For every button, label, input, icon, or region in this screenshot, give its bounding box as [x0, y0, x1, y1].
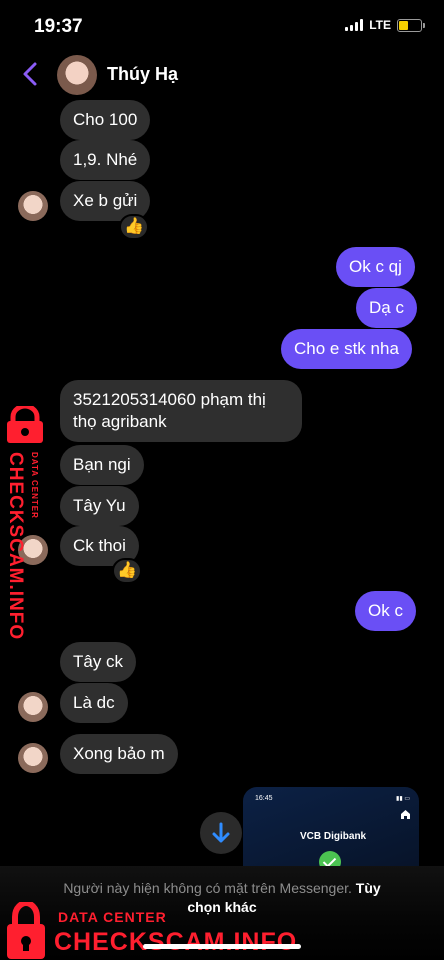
watermark-bottom: DATA CENTER CHECKSCAM.INFO: [0, 902, 296, 960]
message-bubble[interactable]: 3521205314060 phạm thị thọ agribank: [60, 380, 302, 442]
contact-name[interactable]: Thúy Hạ: [107, 64, 178, 85]
sender-avatar[interactable]: [18, 743, 48, 773]
message-bubble[interactable]: Là dc: [60, 683, 128, 723]
scroll-down-button[interactable]: [200, 812, 242, 854]
signal-icon: [345, 19, 364, 31]
network-label: LTE: [369, 18, 391, 32]
preview-time: 16:45: [255, 795, 273, 802]
preview-brand: VCB Digibank: [300, 831, 367, 842]
message-bubble[interactable]: Xong bảo m: [60, 734, 178, 774]
message-bubble[interactable]: Cho 100: [60, 100, 151, 140]
status-indicators: LTE: [345, 18, 425, 32]
home-icon: [401, 810, 410, 819]
lock-icon: [7, 902, 45, 959]
message-bubble[interactable]: Ok c: [355, 591, 416, 631]
message-bubble[interactable]: Tây Yu: [60, 486, 139, 526]
contact-avatar[interactable]: [57, 55, 97, 95]
message-bubble[interactable]: Tây ck: [60, 642, 137, 682]
preview-status-icons: ▮▮ ▭: [396, 796, 410, 802]
notice-message: Người này hiện không có mặt trên Messeng…: [63, 880, 352, 896]
message-bubble[interactable]: 1,9. Nhé: [60, 140, 151, 180]
thumbs-up-reaction[interactable]: 👍: [112, 558, 142, 584]
message-bubble[interactable]: Ok c qj: [336, 247, 415, 287]
message-bubble[interactable]: Cho e stk nha: [281, 329, 412, 369]
chevron-left-icon[interactable]: [18, 60, 42, 88]
arrow-down-icon: [212, 822, 230, 843]
home-indicator[interactable]: [143, 944, 301, 949]
message-bubble[interactable]: Dạ c: [356, 288, 417, 328]
watermark-main: CHECKSCAM.INFO: [54, 928, 298, 956]
sender-avatar[interactable]: [18, 692, 48, 722]
watermark-side: CHECKSCAM.INFO DATA CENTER: [0, 406, 48, 641]
watermark-sub: DATA CENTER: [30, 452, 39, 519]
sender-avatar[interactable]: [18, 191, 48, 221]
status-time: 19:37: [34, 16, 83, 37]
battery-icon: [397, 18, 425, 32]
watermark-sub: DATA CENTER: [58, 909, 167, 925]
watermark-main: CHECKSCAM.INFO: [5, 452, 26, 641]
conversation-header: Thúy Hạ: [0, 52, 444, 98]
status-bar: 19:37 LTE: [0, 0, 444, 52]
lock-icon: [7, 406, 43, 443]
thumbs-up-reaction[interactable]: 👍: [119, 214, 149, 240]
message-bubble[interactable]: Bạn ngi: [60, 445, 144, 485]
